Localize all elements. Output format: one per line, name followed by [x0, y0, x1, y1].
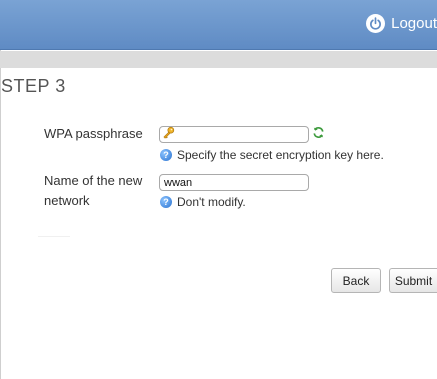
network-name-hint: ? Don't modify. [160, 195, 246, 209]
divider [38, 236, 70, 237]
back-button[interactable]: Back [331, 268, 381, 293]
info-icon: ? [160, 149, 172, 161]
passphrase-hint: ? Specify the secret encryption key here… [160, 148, 384, 162]
passphrase-hint-text: Specify the secret encryption key here. [177, 148, 384, 162]
network-name-input[interactable] [159, 174, 309, 191]
passphrase-input[interactable] [159, 126, 309, 143]
logout-label: Logout [391, 15, 437, 32]
refresh-icon[interactable] [312, 126, 325, 144]
logout-button[interactable]: Logout [366, 14, 437, 33]
network-name-label-line2: network [44, 193, 90, 208]
key-icon [162, 126, 175, 144]
page-title: STEP 3 [1, 76, 66, 96]
submit-button[interactable]: Submit [389, 268, 437, 293]
info-icon: ? [160, 196, 172, 208]
top-header: Logout [0, 0, 437, 50]
network-name-label-line1: Name of the new [44, 173, 143, 188]
network-name-hint-text: Don't modify. [177, 195, 246, 209]
passphrase-label: WPA passphrase [44, 126, 143, 141]
power-icon [366, 14, 386, 33]
sub-header-bar [0, 51, 437, 68]
